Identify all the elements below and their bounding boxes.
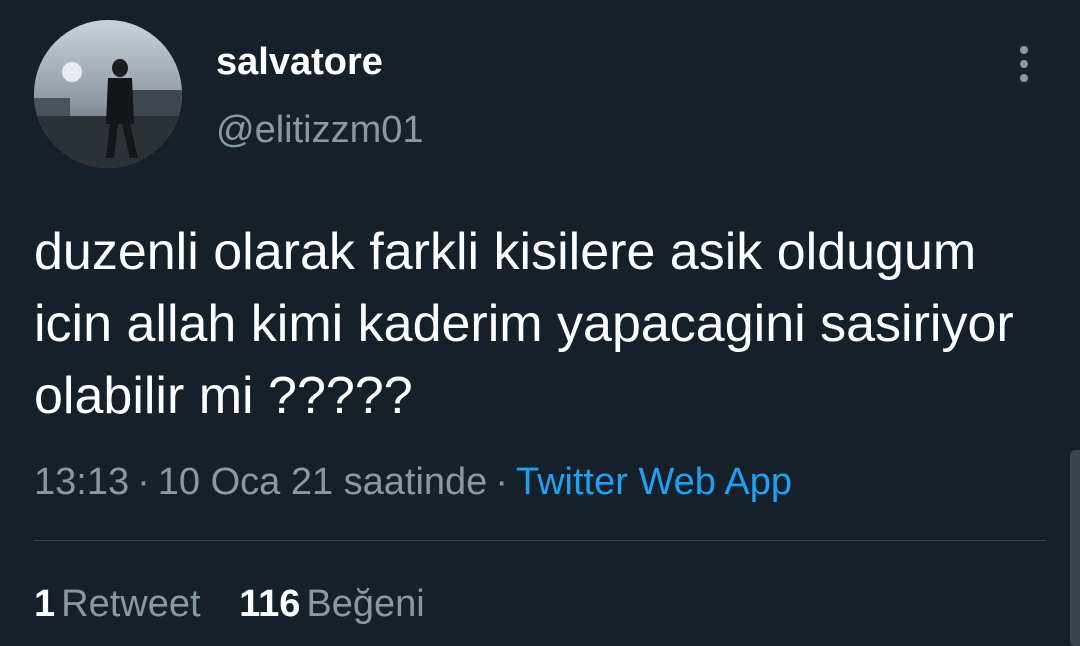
divider bbox=[34, 540, 1046, 541]
tweet-time[interactable]: 13:13 bbox=[34, 461, 129, 503]
author-display-name[interactable]: salvatore bbox=[216, 40, 383, 84]
meta-separator: · bbox=[137, 461, 150, 503]
likes-stat[interactable]: 116 Beğeni bbox=[239, 580, 425, 628]
tweet-date[interactable]: 10 Oca 21 saatinde bbox=[158, 461, 488, 503]
meta-separator: · bbox=[495, 461, 508, 503]
avatar-image bbox=[34, 20, 182, 168]
retweet-count: 1 bbox=[34, 583, 56, 625]
retweet-label: Retweet bbox=[61, 583, 201, 625]
tweet-stats: 1 Retweet 116 Beğeni bbox=[34, 580, 453, 628]
like-label: Beğeni bbox=[306, 583, 425, 625]
like-count: 116 bbox=[239, 583, 301, 625]
retweets-stat[interactable]: 1 Retweet bbox=[34, 580, 201, 628]
tweet-text: duzenli olarak farkli kisilere asik oldu… bbox=[34, 223, 1014, 425]
tweet-source-link[interactable]: Twitter Web App bbox=[516, 461, 792, 503]
more-vertical-icon[interactable] bbox=[1006, 42, 1042, 86]
scrollbar-thumb[interactable] bbox=[1070, 450, 1080, 646]
avatar[interactable] bbox=[34, 20, 182, 168]
author-handle[interactable]: @elitizzm01 bbox=[216, 108, 424, 152]
tweet-meta: 13:13 · 10 Oca 21 saatinde · Twitter Web App bbox=[34, 458, 792, 506]
